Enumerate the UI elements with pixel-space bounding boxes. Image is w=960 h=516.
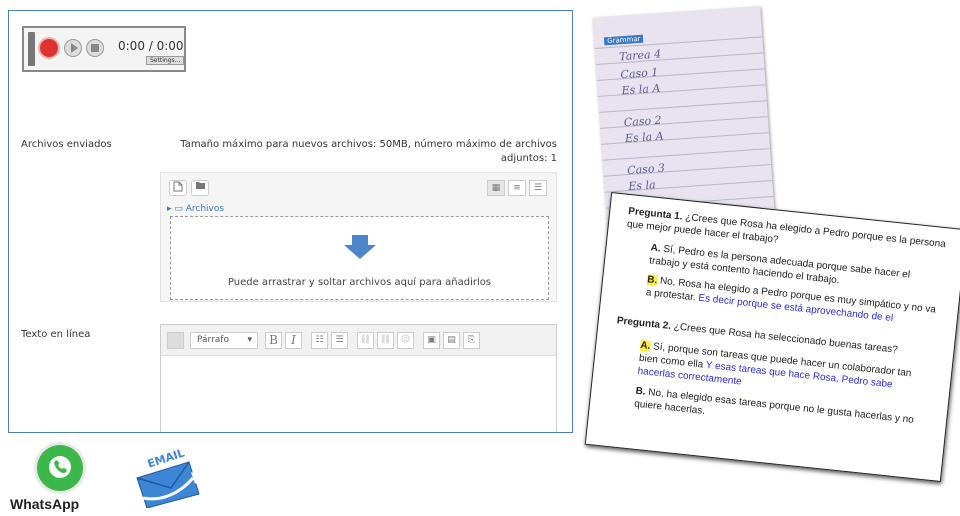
whatsapp-icon[interactable] [37, 445, 83, 491]
rich-text-editor: Párrafo ▾ B I ☷ ☰ ⛓ ⛓ ☺ ▣ ▤ ⎘ [160, 324, 557, 432]
add-file-icon [173, 181, 183, 192]
breadcrumb-archivos: Archivos [185, 204, 225, 214]
add-file-button[interactable] [169, 180, 187, 196]
file-manager: ▦ ≡ ☰ ▸ ▭ Archivos Puede arrastrar y sol… [160, 172, 557, 302]
question-2-title: Pregunta 2. [616, 315, 672, 332]
link-button[interactable]: ⛓ [357, 332, 374, 349]
notebook-header: Grammar [603, 34, 644, 46]
play-button[interactable] [64, 39, 82, 57]
stop-button[interactable] [86, 39, 104, 57]
folder-icon [195, 182, 205, 189]
email-icon[interactable]: EMAIL [133, 446, 209, 509]
player-time: 0:00 / 0:00 [118, 39, 184, 53]
view-icons-button[interactable]: ▦ [487, 180, 505, 196]
handwriting-line: Caso 3 [626, 161, 666, 178]
player-grip [28, 32, 35, 66]
player-settings-button[interactable]: Settings... [146, 56, 185, 65]
italic-button[interactable]: I [285, 332, 302, 349]
toolbar-toggle-button[interactable] [167, 332, 184, 349]
option-letter: A. [650, 242, 662, 255]
paragraph-format-select[interactable]: Párrafo ▾ [190, 332, 258, 349]
file-dropzone[interactable]: Puede arrastrar y soltar archivos aquí p… [170, 216, 549, 300]
handwriting-line: Tarea 4 [618, 47, 662, 64]
unordered-list-button[interactable]: ☷ [311, 332, 328, 349]
unlink-button[interactable]: ⛓ [377, 332, 394, 349]
paragraph-format-value: Párrafo [197, 335, 229, 345]
bold-button[interactable]: B [265, 332, 282, 349]
whatsapp-label: WhatsApp [10, 496, 80, 512]
audio-player: 0:00 / 0:00 Settings... [22, 26, 186, 72]
texto-en-linea-label: Texto en línea [21, 329, 91, 340]
handwriting-line: Es la A [624, 129, 665, 146]
editor-toolbar: Párrafo ▾ B I ☷ ☰ ⛓ ⛓ ☺ ▣ ▤ ⎘ [161, 325, 556, 356]
media-button[interactable]: ▤ [443, 332, 460, 349]
manage-files-button[interactable]: ⎘ [463, 332, 480, 349]
breadcrumb[interactable]: ▸ ▭ Archivos [167, 204, 224, 214]
chevron-down-icon: ▾ [247, 335, 252, 345]
view-list-button[interactable]: ≡ [508, 180, 526, 196]
create-folder-button[interactable] [191, 180, 209, 196]
ordered-list-button[interactable]: ☰ [331, 332, 348, 349]
image-button[interactable]: ▣ [423, 332, 440, 349]
handwriting-line: Caso 2 [623, 113, 663, 130]
handwriting-line: Caso 1 [620, 65, 659, 82]
view-tree-button[interactable]: ☰ [529, 180, 547, 196]
archivos-enviados-label: Archivos enviados [21, 139, 112, 150]
dropzone-text: Puede arrastrar y soltar archivos aquí p… [227, 277, 492, 288]
folder-icon: ▸ ▭ [167, 204, 186, 214]
handwriting-line: Es la A [621, 81, 661, 98]
phone-icon [54, 460, 67, 474]
option-letter-highlighted: A. [639, 339, 651, 352]
handwriting-line: Es la [627, 178, 657, 194]
max-files-info: Tamaño máximo para nuevos archivos: 50MB… [180, 139, 557, 164]
option-letter-highlighted: B. [646, 274, 658, 287]
record-button[interactable] [40, 39, 58, 57]
emoticon-button[interactable]: ☺ [397, 332, 414, 349]
option-letter: B. [634, 385, 647, 398]
assignment-form-panel: 0:00 / 0:00 Settings... Archivos enviado… [8, 10, 573, 433]
quiz-document: Pregunta 1. ¿Crees que Rosa ha elegido a… [584, 191, 960, 483]
